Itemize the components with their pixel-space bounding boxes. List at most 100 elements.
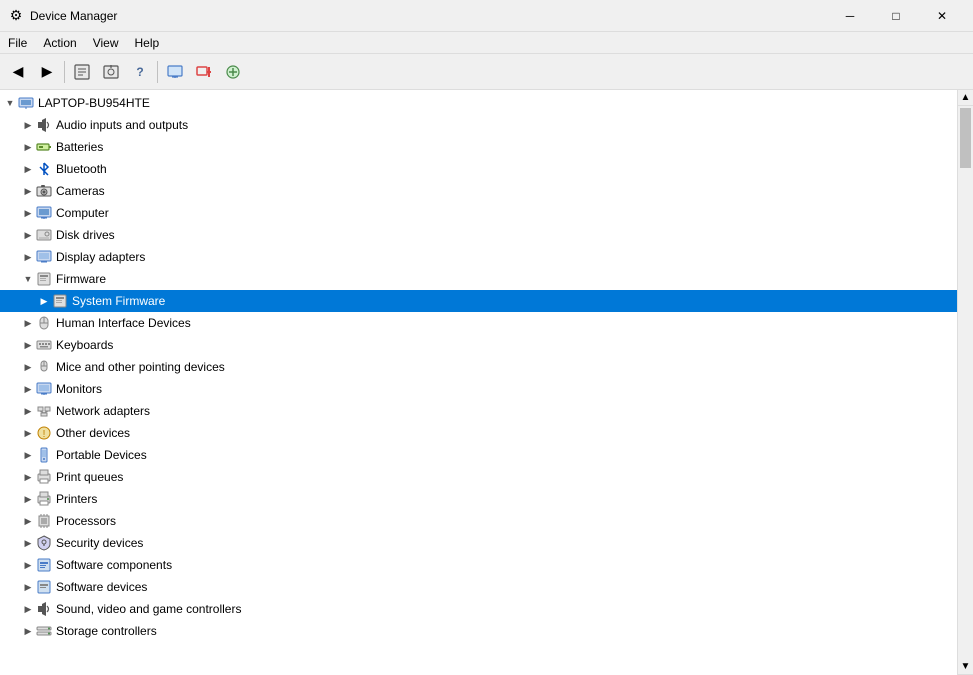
label-firmware: Firmware [56,272,106,286]
toggle-print-queues[interactable]: ▶ [20,469,36,485]
tree-item-portable-devices[interactable]: ▶ Portable Devices [0,444,957,466]
root-toggle-icon[interactable]: ▼ [2,95,18,111]
toggle-monitors[interactable]: ▶ [20,381,36,397]
svg-text:!: ! [43,429,46,440]
tree-item-print-queues[interactable]: ▶Print queues [0,466,957,488]
toggle-system-firmware[interactable]: ▶ [36,293,52,309]
icon-hid [36,315,52,331]
scroll-thumb[interactable] [960,108,971,168]
label-cameras: Cameras [56,184,105,198]
tree-item-security-devices[interactable]: ▶Security devices [0,532,957,554]
toggle-portable-devices[interactable]: ▶ [20,447,36,463]
back-button[interactable]: ◀ [4,58,32,86]
properties-button[interactable] [68,58,96,86]
tree-item-system-firmware[interactable]: ▶System Firmware [0,290,957,312]
toggle-cameras[interactable]: ▶ [20,183,36,199]
tree-item-keyboards[interactable]: ▶Keyboards [0,334,957,356]
tree-item-network-adapters[interactable]: ▶Network adapters [0,400,957,422]
label-computer: Computer [56,206,109,220]
tree-item-disk-drives[interactable]: ▶ Disk drives [0,224,957,246]
toggle-hid[interactable]: ▶ [20,315,36,331]
tree-item-firmware[interactable]: ▼ Firmware [0,268,957,290]
tree-item-mice[interactable]: ▶Mice and other pointing devices [0,356,957,378]
update-driver-button[interactable] [97,58,125,86]
tree-item-other-devices[interactable]: ▶! Other devices [0,422,957,444]
icon-monitors [36,381,52,397]
tree-item-software-devices[interactable]: ▶Software devices [0,576,957,598]
scan-changes-button[interactable] [190,58,218,86]
toggle-batteries[interactable]: ▶ [20,139,36,155]
root-icon [18,95,34,111]
toggle-firmware[interactable]: ▼ [20,271,36,287]
menu-bar: File Action View Help [0,32,973,54]
icon-keyboards [36,337,52,353]
maximize-button[interactable]: □ [873,0,919,32]
toggle-audio[interactable]: ▶ [20,117,36,133]
tree-item-audio[interactable]: ▶Audio inputs and outputs [0,114,957,136]
label-portable-devices: Portable Devices [56,448,147,462]
toggle-storage-controllers[interactable]: ▶ [20,623,36,639]
main-content: ▼ LAPTOP-BU954HTE ▶Audio inputs and outp… [0,90,973,675]
label-processors: Processors [56,514,116,528]
scroll-down-arrow[interactable]: ▼ [958,659,973,675]
menu-file[interactable]: File [0,32,35,54]
label-other-devices: Other devices [56,426,130,440]
tree-item-printers[interactable]: ▶Printers [0,488,957,510]
toggle-other-devices[interactable]: ▶ [20,425,36,441]
tree-item-cameras[interactable]: ▶ Cameras [0,180,957,202]
toggle-mice[interactable]: ▶ [20,359,36,375]
window-title: Device Manager [30,9,827,23]
tree-item-computer[interactable]: ▶ Computer [0,202,957,224]
menu-view[interactable]: View [85,32,127,54]
toggle-security-devices[interactable]: ▶ [20,535,36,551]
label-batteries: Batteries [56,140,103,154]
toggle-computer[interactable]: ▶ [20,205,36,221]
toggle-keyboards[interactable]: ▶ [20,337,36,353]
toggle-network-adapters[interactable]: ▶ [20,403,36,419]
toolbar-sep-1 [64,61,65,83]
tree-item-batteries[interactable]: ▶ Batteries [0,136,957,158]
menu-action[interactable]: Action [35,32,84,54]
app-icon: ⚙ [8,8,24,24]
icon-processors [36,513,52,529]
label-hid: Human Interface Devices [56,316,191,330]
scroll-up-arrow[interactable]: ▲ [958,90,973,106]
close-button[interactable]: ✕ [919,0,965,32]
menu-help[interactable]: Help [127,32,168,54]
icon-system-firmware [52,293,68,309]
icon-sound-video [36,601,52,617]
scroll-track[interactable] [958,106,973,659]
icon-portable-devices [36,447,52,463]
icon-mice [36,359,52,375]
tree-root[interactable]: ▼ LAPTOP-BU954HTE [0,92,957,114]
toggle-software-components[interactable]: ▶ [20,557,36,573]
device-tree[interactable]: ▼ LAPTOP-BU954HTE ▶Audio inputs and outp… [0,90,957,675]
toggle-printers[interactable]: ▶ [20,491,36,507]
monitor-button[interactable] [161,58,189,86]
toggle-sound-video[interactable]: ▶ [20,601,36,617]
tree-item-bluetooth[interactable]: ▶Bluetooth [0,158,957,180]
toggle-software-devices[interactable]: ▶ [20,579,36,595]
scrollbar[interactable]: ▲ ▼ [957,90,973,675]
forward-button[interactable]: ▶ [33,58,61,86]
tree-item-processors[interactable]: ▶ Processors [0,510,957,532]
icon-printers [36,491,52,507]
minimize-button[interactable]: ─ [827,0,873,32]
icon-software-components [36,557,52,573]
icon-storage-controllers [36,623,52,639]
toggle-processors[interactable]: ▶ [20,513,36,529]
tree-item-hid[interactable]: ▶ Human Interface Devices [0,312,957,334]
icon-batteries [36,139,52,155]
action-button[interactable] [219,58,247,86]
toggle-disk-drives[interactable]: ▶ [20,227,36,243]
tree-item-monitors[interactable]: ▶Monitors [0,378,957,400]
tree-item-storage-controllers[interactable]: ▶Storage controllers [0,620,957,642]
icon-other-devices: ! [36,425,52,441]
tree-item-software-components[interactable]: ▶Software components [0,554,957,576]
toggle-bluetooth[interactable]: ▶ [20,161,36,177]
tree-item-display-adapters[interactable]: ▶Display adapters [0,246,957,268]
toggle-display-adapters[interactable]: ▶ [20,249,36,265]
label-disk-drives: Disk drives [56,228,115,242]
help-button[interactable]: ? [126,58,154,86]
tree-item-sound-video[interactable]: ▶Sound, video and game controllers [0,598,957,620]
